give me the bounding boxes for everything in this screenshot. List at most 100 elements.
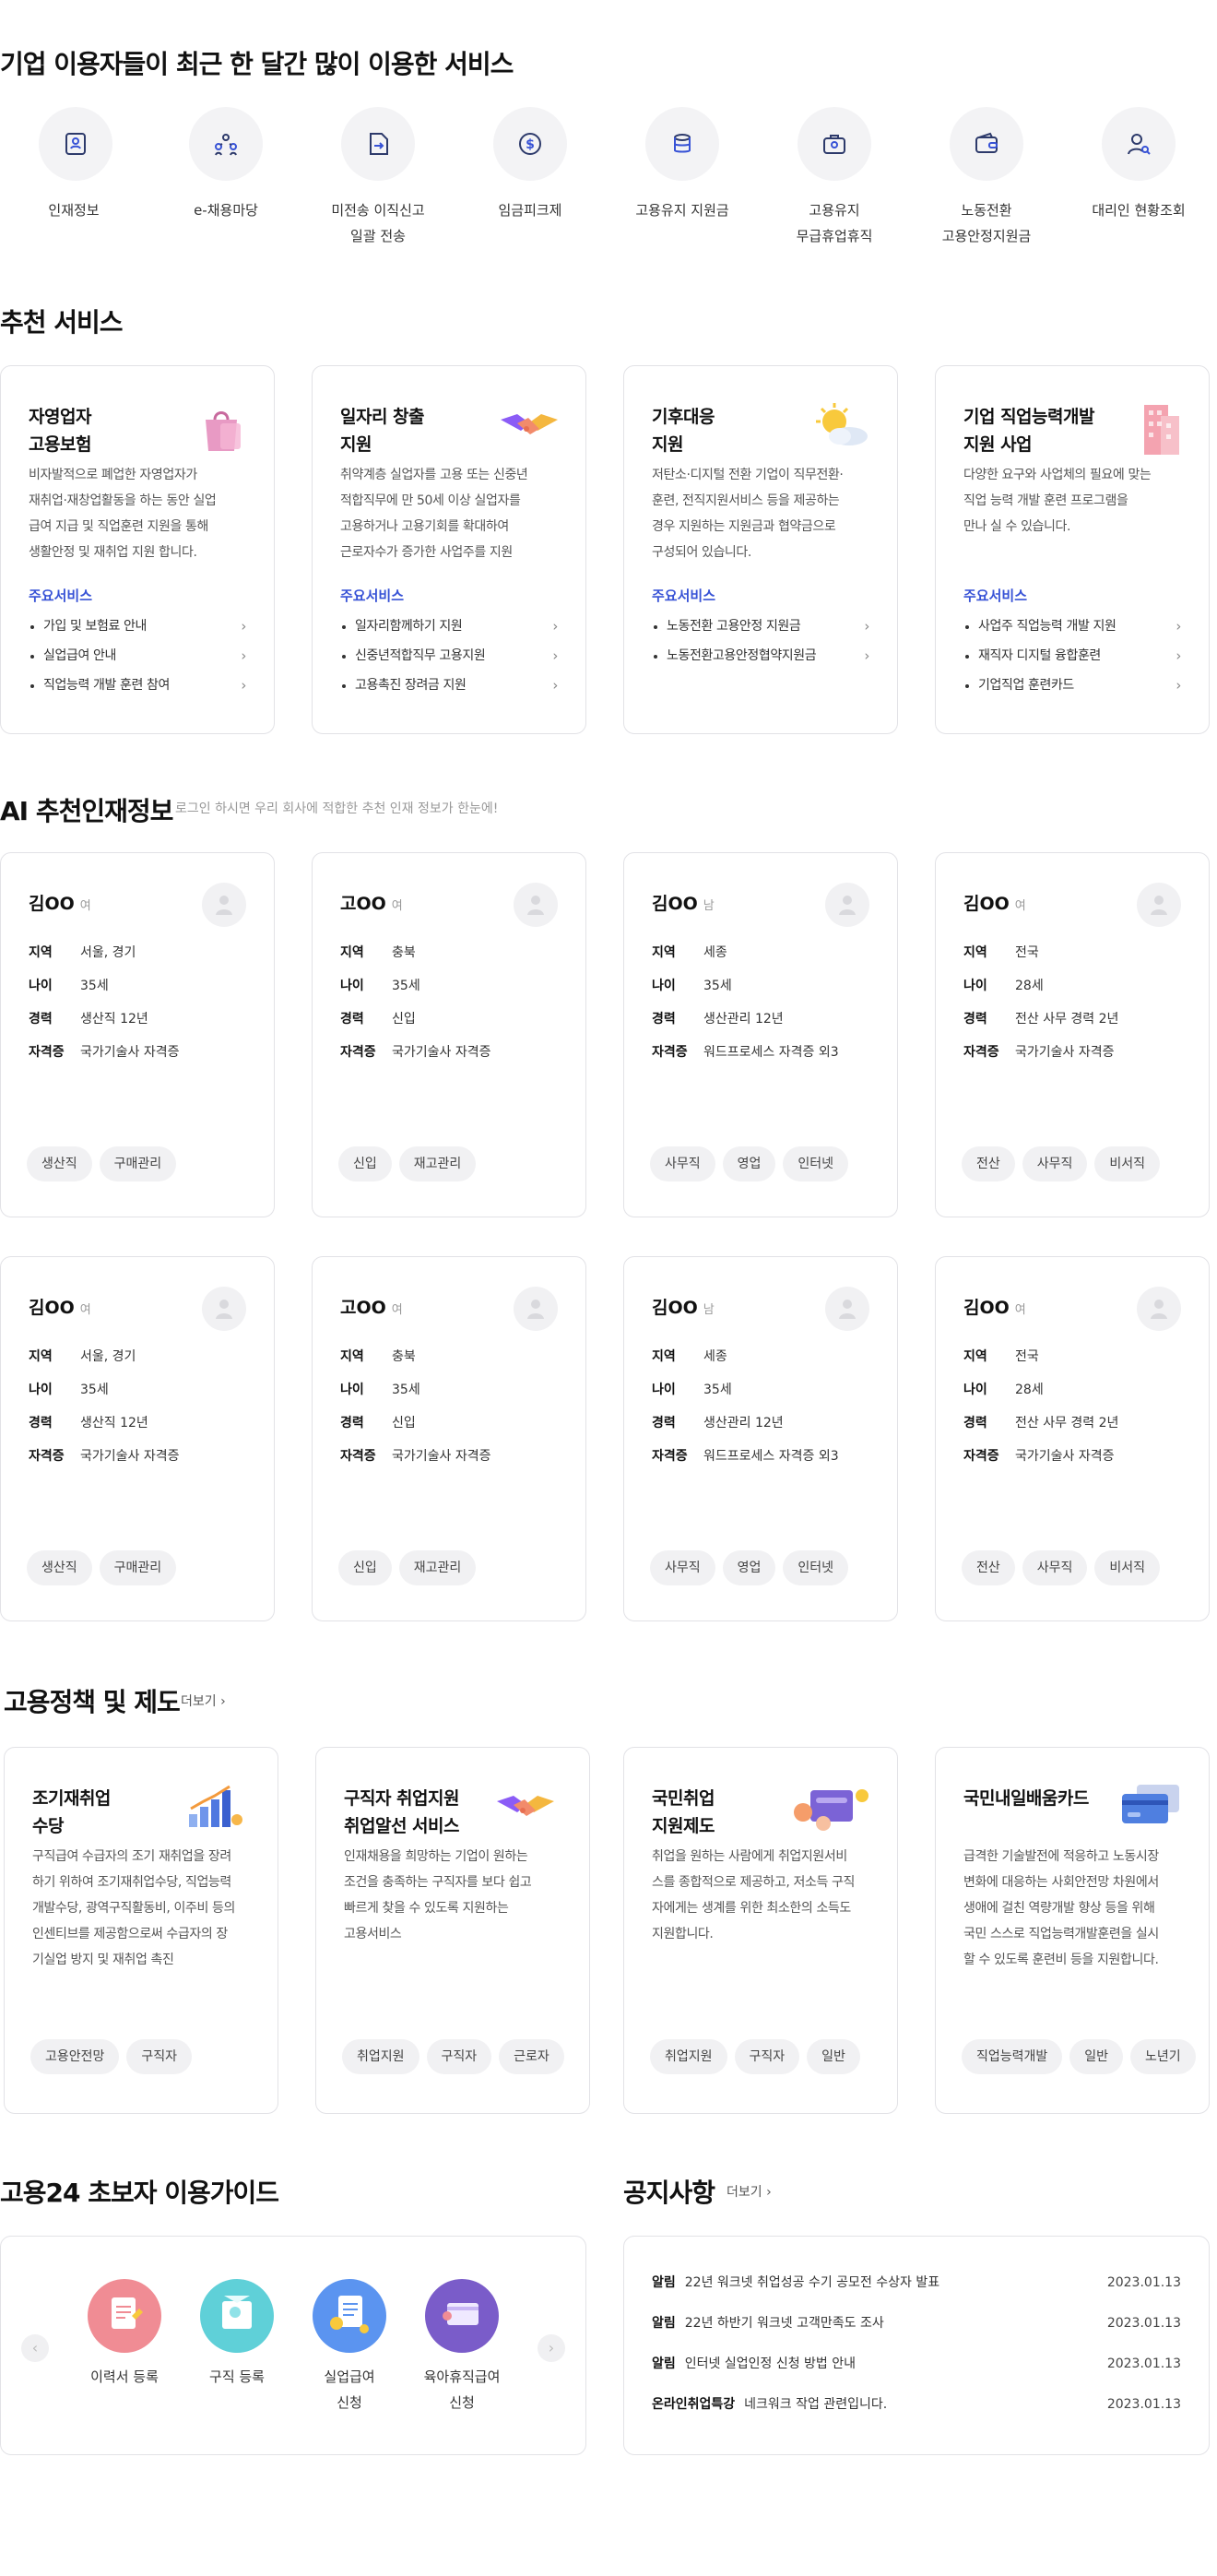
talent-gender: 여 <box>1014 899 1026 913</box>
field-label: 경력 <box>652 1416 676 1430</box>
service-link[interactable]: 실업급여 안내 › <box>29 641 246 671</box>
notice-more-link[interactable]: 더보기 › <box>727 2182 772 2201</box>
card-title: 기후대응 지원 <box>652 407 715 455</box>
tag-chip[interactable]: 근로자 <box>499 2039 564 2074</box>
service-link[interactable]: 재직자 디지털 융합훈련 › <box>963 641 1181 671</box>
tag-chip[interactable]: 전산 <box>962 1550 1015 1585</box>
notice-item[interactable]: 온라인취업특강 네크워크 작업 관련입니다. 2023.01.13 <box>652 2393 1181 2416</box>
notice-item[interactable]: 알림 22년 워크넷 취업성공 수기 공모전 수상자 발표 2023.01.13 <box>652 2272 1181 2294</box>
talent-name: 김OO 남 <box>652 894 715 914</box>
tag-chip[interactable]: 신입 <box>338 1550 392 1585</box>
field-label: 지역 <box>340 1349 364 1364</box>
tag-chip[interactable]: 구매관리 <box>99 1146 177 1181</box>
talent-field-age: 나이 35세 <box>652 977 732 995</box>
tag-chip[interactable]: 사무직 <box>650 1146 715 1181</box>
talent-field-career: 경력 생산직 12년 <box>29 1010 148 1028</box>
policy-card[interactable]: 조기재취업 수당 구직급여 수급자의 조기 재취업을 장려 하기 위하여 조기재… <box>4 1747 278 2114</box>
tag-chip[interactable]: 고용안전망 <box>30 2039 120 2074</box>
talent-tags: 전산 사무직 비서직 <box>962 1550 1161 1585</box>
guide-item-resume[interactable]: 이력서 등록 <box>69 2279 180 2427</box>
guide-item-parental-leave[interactable]: 육아휴직급여 신청 <box>407 2279 517 2427</box>
tag-chip[interactable]: 직업능력개발 <box>962 2039 1063 2074</box>
tag-chip[interactable]: 사무직 <box>650 1550 715 1585</box>
service-item-e-recruit[interactable]: e-채용마당 <box>152 107 300 255</box>
tag-chip[interactable]: 영업 <box>722 1146 776 1181</box>
tag-chip[interactable]: 취업지원 <box>650 2039 727 2074</box>
tag-chip[interactable]: 구직자 <box>126 2039 193 2074</box>
talent-card[interactable]: 김OO 여 지역 서울, 경기 나이 35세 경력 생산직 12년 자격증 국가기술사 자격증 생산… <box>0 1256 275 1621</box>
policy-card[interactable]: 국민내일배움카드 급격한 기술발전에 적응하고 노동시장 변화에 대응하는 사회… <box>935 1747 1210 2114</box>
tag-chip[interactable]: 비서직 <box>1094 1550 1161 1585</box>
service-link[interactable]: 신중년적합직무 고용지원 › <box>340 641 558 671</box>
tag-chip[interactable]: 생산직 <box>27 1146 92 1181</box>
talent-field-region: 지역 서울, 경기 <box>29 944 136 962</box>
field-value: 28세 <box>1015 979 1044 993</box>
policy-card[interactable]: 국민취업 지원제도 취업을 원하는 사람에게 취업지원서비 스를 종합적으로 제… <box>623 1747 898 2114</box>
notice-item[interactable]: 알림 인터넷 실업인정 신청 방법 안내 2023.01.13 <box>652 2353 1181 2375</box>
policy-card[interactable]: 구직자 취업지원 취업알선 서비스 인재채용을 희망하는 기업이 원하는 조건을… <box>315 1747 590 2114</box>
policy-tags: 취업지원 구직자 근로자 <box>342 2039 564 2074</box>
tag-chip[interactable]: 취업지원 <box>342 2039 419 2074</box>
carousel-prev-button[interactable]: ‹ <box>21 2334 49 2362</box>
guide-label: 실업급여 신청 <box>324 2368 375 2411</box>
talent-card[interactable]: 고OO 여 지역 충북 나이 35세 경력 신입 자격증 국가기술사 자격증 신입 재고관리 <box>312 852 586 1217</box>
tag-chip[interactable]: 노년기 <box>1130 2039 1196 2074</box>
service-item-retention-subsidy[interactable]: 고용유지 지원금 <box>608 107 756 255</box>
recommended-card[interactable]: 자영업자 고용보험 비자발적으로 폐업한 자영업자가 재취업·재창업활동을 하는… <box>0 365 275 734</box>
tag-chip[interactable]: 일반 <box>1069 2039 1124 2074</box>
tag-chip[interactable]: 영업 <box>722 1550 776 1585</box>
talent-card[interactable]: 김OO 남 지역 세종 나이 35세 경력 생산관리 12년 자격증 워드프로세스 자격증 외3 사… <box>623 1256 898 1621</box>
field-value: 국가기술사 자격증 <box>392 1449 491 1464</box>
service-item-talent-info[interactable]: 인재정보 <box>0 107 148 255</box>
tag-chip[interactable]: 구직자 <box>426 2039 492 2074</box>
service-item-unsent-report[interactable]: 미전송 이직신고 일괄 전송 <box>304 107 452 255</box>
service-item-wage-peak[interactable]: $ 임금피크제 <box>456 107 604 255</box>
recommended-card[interactable]: 기후대응 지원 저탄소·디지털 전환 기업이 직무전환· 훈련, 전직지원서비스… <box>623 365 898 734</box>
guide-item-job-registration[interactable]: 구직 등록 <box>182 2279 292 2427</box>
avatar <box>514 1287 558 1331</box>
talent-card[interactable]: 김OO 여 지역 전국 나이 28세 경력 전산 사무 경력 2년 자격증 국가기술사 자격증 전산… <box>935 852 1210 1217</box>
tag-chip[interactable]: 인터넷 <box>783 1550 849 1585</box>
service-item-labor-transition[interactable]: 노동전환 고용안정지원금 <box>913 107 1060 255</box>
tag-chip[interactable]: 재고관리 <box>398 1550 477 1585</box>
policy-more-link[interactable]: 더보기 › <box>181 1692 226 1710</box>
tag-chip[interactable]: 재고관리 <box>398 1146 477 1181</box>
service-link[interactable]: 일자리함께하기 지원 › <box>340 611 558 641</box>
talent-card[interactable]: 김OO 남 지역 세종 나이 35세 경력 생산관리 12년 자격증 워드프로세스 자격증 외3 사… <box>623 852 898 1217</box>
tag-chip[interactable]: 사무직 <box>1022 1550 1088 1585</box>
carousel-next-button[interactable]: › <box>538 2334 565 2362</box>
service-item-agent-status[interactable]: 대리인 현황조회 <box>1065 107 1212 255</box>
field-value: 세종 <box>703 945 727 960</box>
service-label: 고용유지 무급휴업휴직 <box>796 202 873 244</box>
tag-chip[interactable]: 신입 <box>338 1146 392 1181</box>
service-link[interactable]: 직업능력 개발 훈련 참여 › <box>29 671 246 700</box>
recommended-card[interactable]: 기업 직업능력개발 지원 사업 다양한 요구와 사업체의 필요에 맞는 직업 능… <box>935 365 1210 734</box>
tag-chip[interactable]: 구직자 <box>734 2039 800 2074</box>
tag-chip[interactable]: 전산 <box>962 1146 1015 1181</box>
tag-chip[interactable]: 생산직 <box>27 1550 92 1585</box>
user-search-icon <box>1102 107 1176 181</box>
service-link[interactable]: 노동전환 고용안정 지원금 › <box>652 611 869 641</box>
field-label: 경력 <box>963 1416 987 1430</box>
service-link[interactable]: 노동전환고용안정협약지원금 › <box>652 641 869 671</box>
talent-card[interactable]: 김OO 여 지역 서울, 경기 나이 35세 경력 생산직 12년 자격증 국가기술사 자격증 생산… <box>0 852 275 1217</box>
tag-chip[interactable]: 인터넷 <box>783 1146 849 1181</box>
tag-chip[interactable]: 사무직 <box>1022 1146 1088 1181</box>
field-label: 자격증 <box>340 1449 376 1464</box>
notice-item[interactable]: 알림 22년 하반기 워크넷 고객만족도 조사 2023.01.13 <box>652 2312 1181 2334</box>
talent-card[interactable]: 고OO 여 지역 충북 나이 35세 경력 신입 자격증 국가기술사 자격증 신입 재고관리 <box>312 1256 586 1621</box>
service-link[interactable]: 사업주 직업능력 개발 지원 › <box>963 611 1181 641</box>
tag-chip[interactable]: 일반 <box>807 2039 860 2074</box>
service-link[interactable]: 가입 및 보험료 안내 › <box>29 611 246 641</box>
tag-chip[interactable]: 구매관리 <box>99 1550 177 1585</box>
service-link[interactable]: 고용촉진 장려금 지원 › <box>340 671 558 700</box>
service-item-unpaid-leave[interactable]: 고용유지 무급휴업휴직 <box>761 107 908 255</box>
guide-item-unemployment-benefit[interactable]: 실업급여 신청 <box>294 2279 405 2427</box>
service-link[interactable]: 기업직업 훈련카드 › <box>963 671 1181 700</box>
talent-card[interactable]: 김OO 여 지역 전국 나이 28세 경력 전산 사무 경력 2년 자격증 국가기술사 자격증 전산… <box>935 1256 1210 1621</box>
notice-text: 22년 하반기 워크넷 고객만족도 조사 <box>684 2316 884 2331</box>
field-value: 국가기술사 자격증 <box>1015 1449 1115 1464</box>
recommended-card[interactable]: 일자리 창출 지원 취약계층 실업자를 고용 또는 신중년 적합직무에 만 50… <box>312 365 586 734</box>
tag-chip[interactable]: 비서직 <box>1094 1146 1161 1181</box>
field-label: 경력 <box>652 1012 676 1027</box>
